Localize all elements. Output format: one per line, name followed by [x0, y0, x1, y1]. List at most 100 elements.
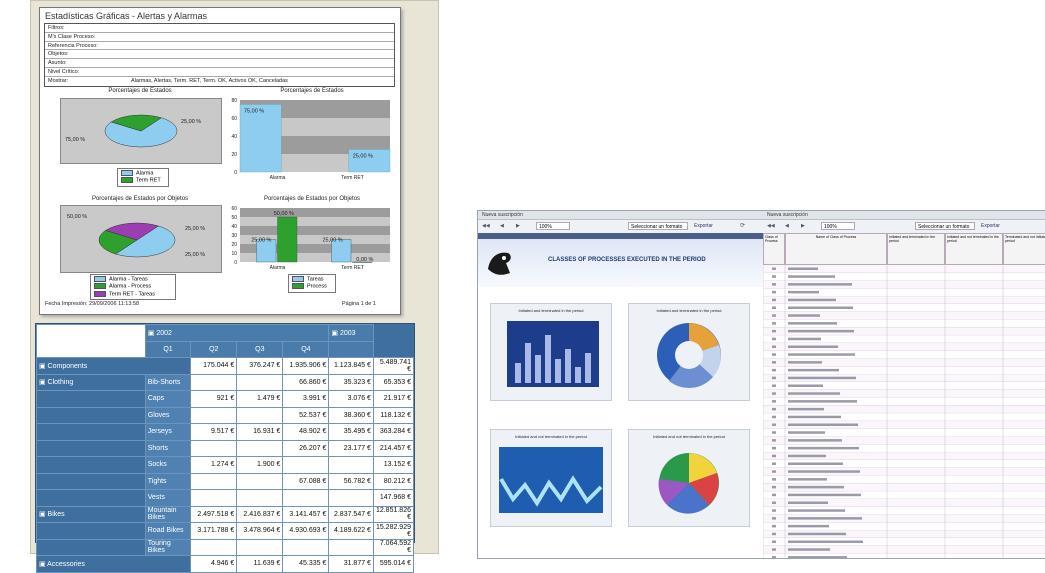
nav-first-icon[interactable]: ◀◀ [482, 223, 490, 229]
row-name-mark [788, 361, 822, 364]
subcategory-cell: Tights [144, 472, 192, 490]
data-label: 25,00 % [323, 238, 343, 244]
category-cell [36, 472, 146, 490]
value-cell [236, 406, 284, 424]
export-link[interactable]: Exportar [981, 223, 1000, 229]
subcategory-cell: Bib-Shorts [144, 373, 192, 391]
export-link[interactable]: Exportar [694, 223, 713, 229]
category-cell [36, 538, 146, 556]
x-tick-label: Term RET [341, 265, 364, 271]
pivot-table: ▣ 2002 ▣ 2003 Q1 Q2 Q3 Q4 ▣ Components 17… [35, 323, 415, 573]
subcategory-cell: Touring Bikes [144, 538, 192, 556]
x-tick-label: Alarma [270, 265, 286, 271]
category-cell[interactable]: ▣ Components [35, 357, 192, 375]
row-number-mark [772, 306, 776, 309]
y-tick-label: 30 [231, 233, 237, 239]
quarter-header: Q3 [236, 340, 284, 358]
value-cell: 38.360 € [328, 406, 374, 424]
legend-item: Term RET [121, 177, 165, 184]
pie-chart-2: 50,00 % 25,00 % 25,00 % [60, 205, 222, 273]
data-label: 25,00 % [181, 119, 201, 125]
row-number-mark [772, 267, 776, 270]
row-name-mark [788, 415, 841, 419]
nav-prev-icon[interactable]: ◀ [500, 223, 504, 229]
nav-prev-icon[interactable]: ◀ [785, 223, 789, 229]
filters-box: Filtros: M's Clase Proceso: Referencia P… [44, 23, 395, 87]
bar-chart-1: 0 20 40 60 80 Alarma Term RET 75,00 % 25,00 % [231, 98, 391, 181]
y-tick-label: 20 [231, 152, 237, 158]
value-cell: 4.946 € [190, 555, 238, 573]
data-label: 25,00 % [251, 238, 271, 244]
report-page: Estadísticas Gráficas - Alertas y Alarma… [39, 7, 401, 315]
refresh-icon[interactable]: ⟳ [740, 222, 745, 229]
x-tick-label: Alarma [270, 175, 286, 181]
row-name-mark [788, 540, 863, 543]
row-name-mark [788, 548, 830, 551]
value-cell: 3.991 € [282, 390, 330, 408]
value-cell: 16.931 € [236, 423, 284, 441]
donut-3d-icon [657, 323, 721, 388]
value-cell [190, 489, 238, 507]
subcategory-cell: Road Bikes [144, 522, 192, 540]
row-number-mark [772, 532, 776, 536]
report-title: Estadísticas Gráficas - Alertas y Alarma… [45, 11, 208, 21]
nav-next-icon[interactable]: ▶ [801, 223, 805, 229]
value-cell [236, 538, 284, 556]
category-cell [36, 406, 146, 424]
row-number-mark [772, 275, 776, 278]
y-tick-label: 40 [231, 134, 237, 140]
value-cell: 52.537 € [282, 406, 330, 424]
data-label: 25,00 % [185, 252, 205, 258]
value-cell: 15.282.929 € [372, 522, 415, 540]
process-table: Class of Process Name of Class of Proces… [763, 233, 1045, 558]
pie-chart-svg: 75,00 % 25,00 % [65, 114, 201, 148]
zoom-select[interactable]: 100% [536, 222, 570, 230]
value-cell: 4.930.693 € [282, 522, 330, 540]
value-cell: 1.479 € [236, 390, 284, 408]
row-number-mark [772, 556, 776, 558]
value-cell: 376.247 € [236, 357, 284, 375]
year-header[interactable]: ▣ 2003 [328, 324, 374, 342]
data-label: 75,00 % [65, 137, 85, 143]
category-cell[interactable]: ▣ Bikes [36, 505, 146, 523]
category-cell[interactable]: ▣ Clothing [36, 373, 146, 391]
quarter-header: Q4 [282, 340, 330, 358]
year-header[interactable]: ▣ 2002 [144, 324, 330, 342]
row-number-mark [772, 361, 776, 364]
value-cell: 31.877 € [328, 555, 374, 573]
nav-next-icon[interactable]: ▶ [516, 223, 520, 229]
row-number-mark [772, 283, 776, 286]
subcategory-cell: Vests [144, 489, 192, 507]
value-cell [328, 538, 374, 556]
row-number-mark [772, 446, 776, 450]
value-cell: 80.212 € [372, 472, 415, 490]
export-format-select[interactable]: Seleccionar un formato [915, 222, 975, 230]
row-name-mark [788, 306, 853, 309]
table-row: Touring Bikes 7.064.592 € [36, 538, 415, 556]
value-cell: 595.014 € [372, 555, 415, 573]
category-cell [36, 390, 146, 408]
row-number-mark [772, 384, 776, 387]
value-cell: 1.900 € [236, 456, 284, 474]
legend-item: Term RET - Tareas [94, 290, 172, 298]
category-cell[interactable]: ▣ Accessories [35, 555, 192, 573]
row-name-mark [788, 462, 843, 465]
zoom-select[interactable]: 100% [821, 222, 855, 230]
row-name-mark [788, 368, 839, 372]
data-label: 0,00 % [356, 257, 373, 263]
row-number-mark [772, 314, 776, 317]
row-number-mark [772, 462, 776, 465]
value-cell [236, 472, 284, 490]
pie-3d-icon [658, 453, 719, 514]
row-number-mark [772, 376, 776, 380]
report-panel: Estadísticas Gráficas - Alertas y Alarma… [30, 0, 439, 573]
plot-band [240, 226, 390, 235]
value-cell: 4.189.622 € [328, 522, 374, 540]
chart-thumbnail: Initiated and terminated in the period [628, 303, 750, 401]
bar [239, 104, 282, 173]
export-format-select[interactable]: Seleccionar un formato [628, 222, 688, 230]
year-header-row: ▣ 2002 ▣ 2003 [36, 324, 414, 358]
table-row: Gloves 52.537 €38.360 €118.132 € [36, 406, 415, 424]
nav-first-icon[interactable]: ◀◀ [767, 223, 775, 229]
value-cell: 3.478.964 € [236, 522, 284, 540]
